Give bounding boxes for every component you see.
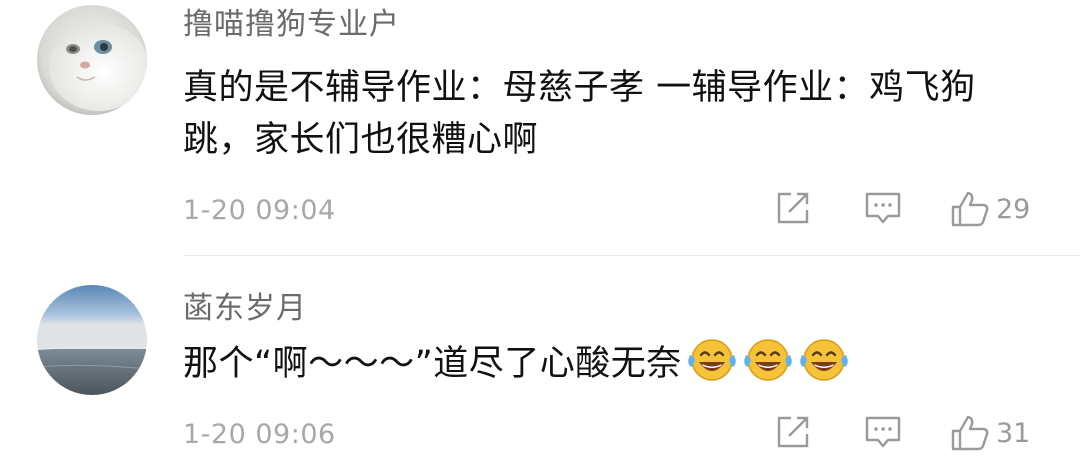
- avatar[interactable]: [37, 285, 147, 395]
- laughing-tears-emoji-icon: [800, 339, 848, 381]
- white-cat-avatar-icon: [37, 5, 147, 115]
- reply-button[interactable]: [864, 414, 902, 450]
- comment-item: 菡东岁月 那个“啊～～～”道尽了心酸无奈 1-20 09:06 31: [0, 257, 1080, 462]
- share-button[interactable]: [775, 190, 811, 226]
- thumbs-up-icon: [951, 415, 989, 451]
- comment-icon: [865, 416, 901, 448]
- action-bar: 31: [0, 414, 1080, 458]
- share-icon: [777, 192, 809, 224]
- divider: [183, 255, 1080, 256]
- reply-button[interactable]: [864, 190, 902, 226]
- like-count: 31: [996, 417, 1031, 449]
- like-button[interactable]: 31: [950, 414, 1030, 452]
- comment-item: 撸喵撸狗专业户 真的是不辅导作业：母慈子孝 一辅导作业：鸡飞狗跳，家长们也很糟心…: [0, 0, 1080, 256]
- laughing-tears-emoji-icon: [688, 339, 736, 381]
- action-bar: 29: [0, 190, 1080, 234]
- share-icon: [777, 416, 809, 448]
- username[interactable]: 菡东岁月: [183, 294, 307, 324]
- comment-text: 那个“啊～～～”道尽了心酸无奈: [183, 337, 1033, 390]
- username[interactable]: 撸喵撸狗专业户: [183, 10, 400, 40]
- comment-icon: [865, 192, 901, 224]
- thumbs-up-icon: [951, 191, 989, 227]
- seascape-avatar-icon: [37, 285, 147, 395]
- like-count: 29: [996, 193, 1031, 225]
- laughing-tears-emoji-icon: [744, 339, 792, 381]
- comment-text: 真的是不辅导作业：母慈子孝 一辅导作业：鸡飞狗跳，家长们也很糟心啊: [183, 68, 976, 160]
- avatar[interactable]: [37, 5, 147, 115]
- comment-text-body: 那个“啊～～～”道尽了心酸无奈: [183, 344, 682, 384]
- like-button[interactable]: 29: [950, 190, 1030, 228]
- emoji-group: [682, 339, 850, 384]
- share-button[interactable]: [775, 414, 811, 450]
